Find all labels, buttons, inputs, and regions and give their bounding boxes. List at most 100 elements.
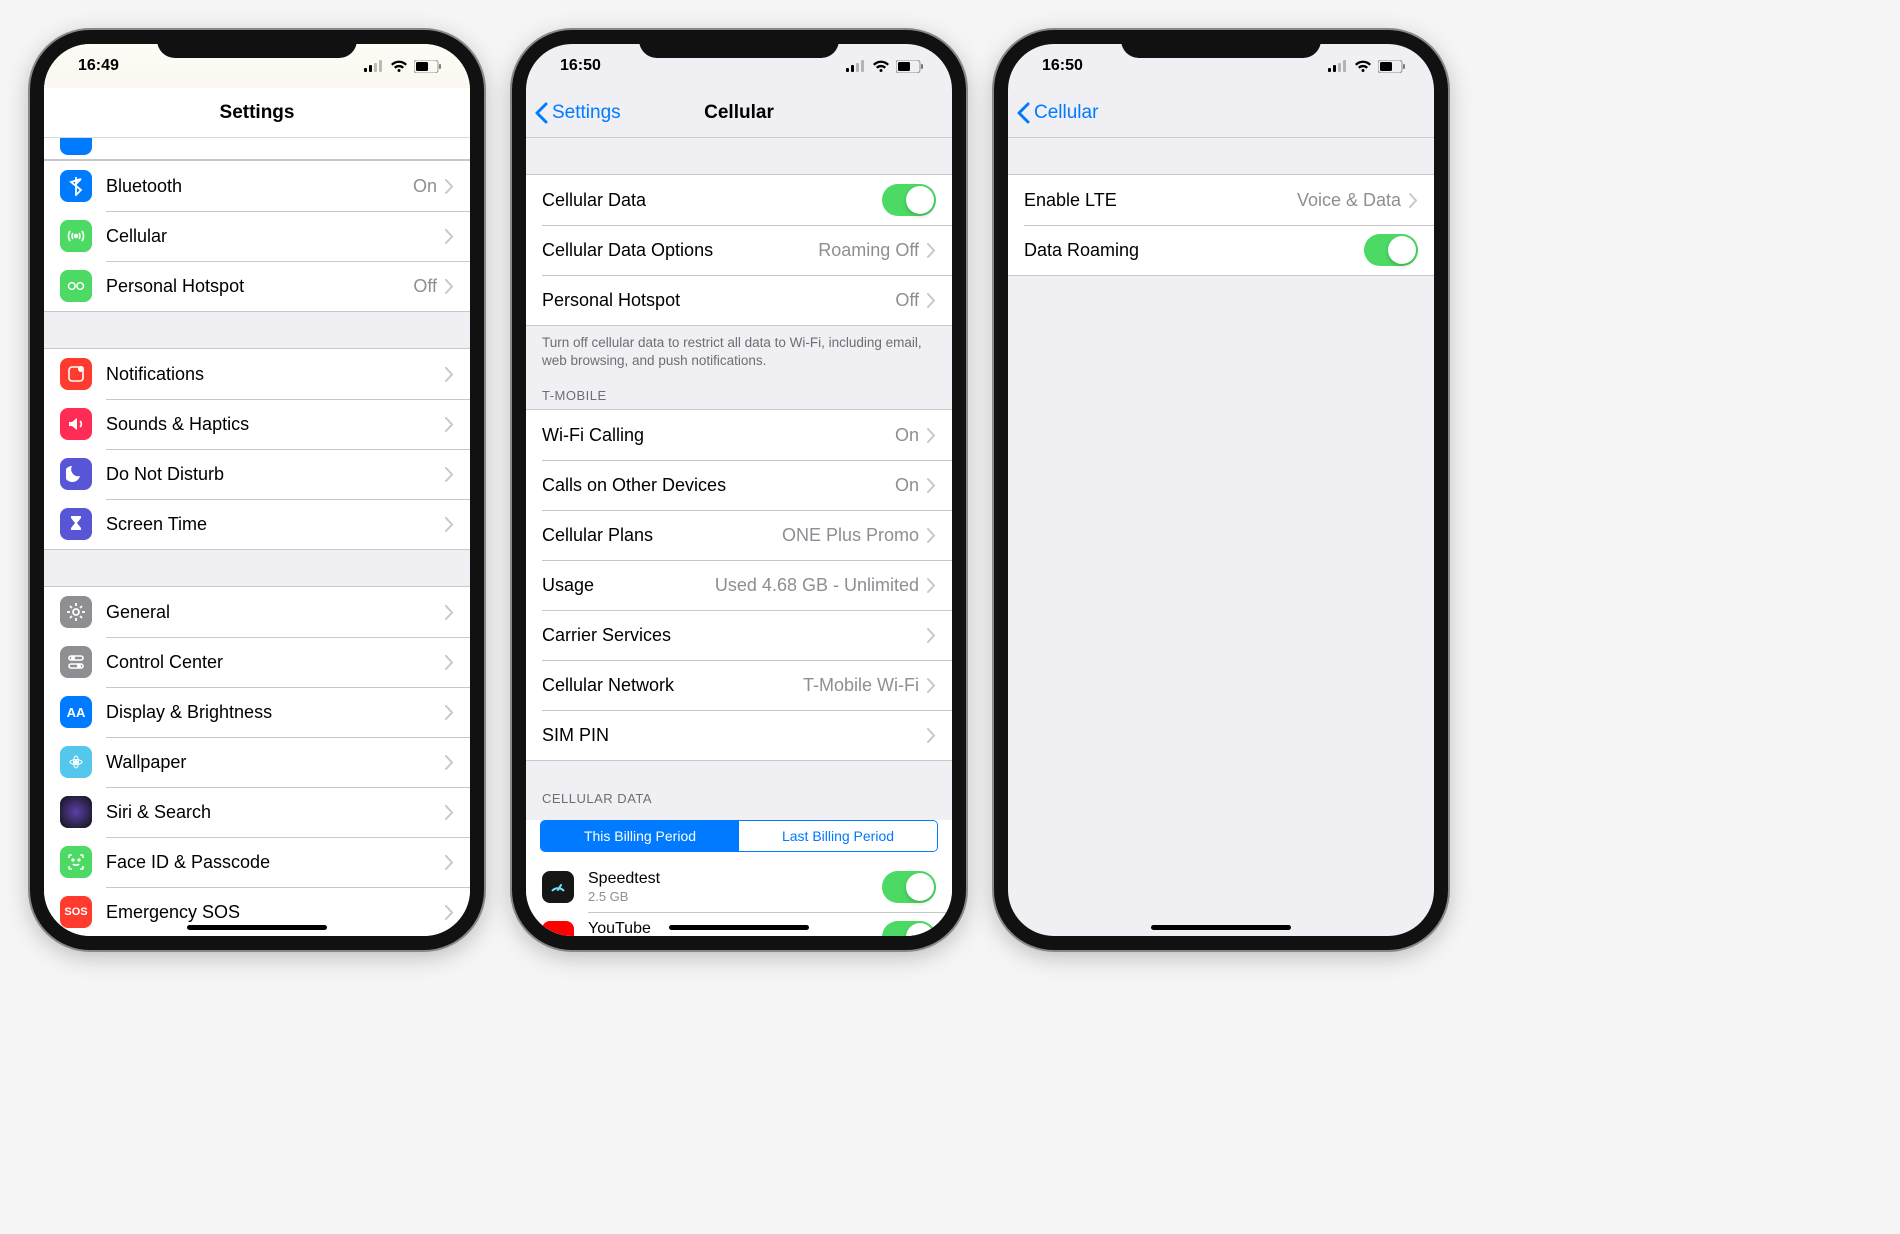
wallpaper-icon	[60, 746, 92, 778]
row-calls-other-devices[interactable]: Calls on Other Devices On	[526, 460, 952, 510]
signal-icon	[364, 60, 384, 72]
row-cellular-data-options[interactable]: Cellular Data Options Roaming Off	[526, 225, 952, 275]
row-label: Enable LTE	[1024, 190, 1297, 211]
row-label: Do Not Disturb	[106, 464, 445, 485]
back-button[interactable]: Settings	[534, 88, 621, 137]
battery-icon	[896, 60, 924, 73]
nav-bar: Settings	[44, 88, 470, 138]
row-wifi-partial[interactable]	[44, 138, 470, 160]
row-data-roaming[interactable]: Data Roaming	[1008, 225, 1434, 275]
signal-icon	[846, 60, 866, 72]
row-cellular[interactable]: Cellular	[44, 211, 470, 261]
row-personal-hotspot[interactable]: Personal Hotspot Off	[526, 275, 952, 325]
row-wallpaper[interactable]: Wallpaper	[44, 737, 470, 787]
battery-icon	[414, 60, 442, 73]
row-label: Usage	[542, 575, 715, 596]
seg-this-period[interactable]: This Billing Period	[541, 821, 739, 851]
gear-icon	[60, 596, 92, 628]
section-footer: Turn off cellular data to restrict all d…	[526, 326, 952, 370]
row-label: Cellular Network	[542, 675, 803, 696]
row-screen-time[interactable]: Screen Time	[44, 499, 470, 549]
row-detail: On	[895, 475, 919, 496]
row-label: Screen Time	[106, 514, 445, 535]
row-label: Notifications	[106, 364, 445, 385]
switches-icon	[60, 646, 92, 678]
cellular-data-toggle[interactable]	[882, 184, 936, 216]
row-general[interactable]: General	[44, 587, 470, 637]
billing-period-segmented[interactable]: This Billing Period Last Billing Period	[540, 820, 938, 852]
row-display-brightness[interactable]: AA Display & Brightness	[44, 687, 470, 737]
home-indicator[interactable]	[1151, 925, 1291, 930]
settings-scroll[interactable]: Bluetooth On Cellular Personal Hotspot	[44, 138, 470, 936]
app-toggle[interactable]	[882, 921, 936, 936]
row-label: Control Center	[106, 652, 445, 673]
row-label: Emergency SOS	[106, 902, 445, 923]
chevron-right-icon	[445, 605, 454, 620]
chevron-right-icon	[445, 279, 454, 294]
row-do-not-disturb[interactable]: Do Not Disturb	[44, 449, 470, 499]
status-time: 16:49	[78, 57, 119, 75]
face-id-icon	[60, 846, 92, 878]
data-roaming-toggle[interactable]	[1364, 234, 1418, 266]
row-cellular-network[interactable]: Cellular Network T-Mobile Wi-Fi	[526, 660, 952, 710]
row-label: Personal Hotspot	[542, 290, 895, 311]
chevron-right-icon	[927, 243, 936, 258]
youtube-icon	[542, 921, 574, 936]
row-label: Bluetooth	[106, 176, 413, 197]
signal-icon	[1328, 60, 1348, 72]
row-wifi-calling[interactable]: Wi-Fi Calling On	[526, 410, 952, 460]
phone-cellular: 16:50 Settings Cellular Cellular Data	[512, 30, 966, 950]
row-enable-lte[interactable]: Enable LTE Voice & Data	[1008, 175, 1434, 225]
chevron-right-icon	[445, 229, 454, 244]
notch	[157, 30, 357, 58]
status-time: 16:50	[1042, 57, 1083, 75]
row-sim-pin[interactable]: SIM PIN	[526, 710, 952, 760]
chevron-right-icon	[927, 628, 936, 643]
home-indicator[interactable]	[187, 925, 327, 930]
row-usage[interactable]: Usage Used 4.68 GB - Unlimited	[526, 560, 952, 610]
chevron-right-icon	[445, 905, 454, 920]
cellular-scroll[interactable]: Cellular Data Cellular Data Options Roam…	[526, 138, 952, 936]
row-label: Cellular	[106, 226, 445, 247]
wifi-icon	[390, 60, 408, 73]
section-header-tmobile: T-MOBILE	[526, 370, 952, 409]
display-icon: AA	[60, 696, 92, 728]
row-label: Cellular Data Options	[542, 240, 818, 261]
hotspot-icon	[60, 270, 92, 302]
chevron-right-icon	[445, 805, 454, 820]
row-label: Carrier Services	[542, 625, 927, 646]
notch	[639, 30, 839, 58]
row-detail: On	[413, 176, 437, 197]
chevron-right-icon	[445, 517, 454, 532]
options-scroll[interactable]: Enable LTE Voice & Data Data Roaming	[1008, 138, 1434, 936]
moon-icon	[60, 458, 92, 490]
chevron-right-icon	[1409, 193, 1418, 208]
back-label: Cellular	[1034, 102, 1098, 124]
row-notifications[interactable]: Notifications	[44, 349, 470, 399]
row-face-id[interactable]: Face ID & Passcode	[44, 837, 470, 887]
row-detail: Used 4.68 GB - Unlimited	[715, 575, 919, 596]
row-detail: T-Mobile Wi-Fi	[803, 675, 919, 696]
notch	[1121, 30, 1321, 58]
row-cellular-plans[interactable]: Cellular Plans ONE Plus Promo	[526, 510, 952, 560]
row-detail: Roaming Off	[818, 240, 919, 261]
siri-icon	[60, 796, 92, 828]
row-app-speedtest[interactable]: Speedtest 2.5 GB	[526, 862, 952, 912]
row-siri-search[interactable]: Siri & Search	[44, 787, 470, 837]
row-bluetooth[interactable]: Bluetooth On	[44, 161, 470, 211]
row-detail: Off	[895, 290, 919, 311]
row-detail: On	[895, 425, 919, 446]
row-control-center[interactable]: Control Center	[44, 637, 470, 687]
row-cellular-data[interactable]: Cellular Data	[526, 175, 952, 225]
phone-settings: 16:49 Settings Bluetooth On	[30, 30, 484, 950]
home-indicator[interactable]	[669, 925, 809, 930]
app-toggle[interactable]	[882, 871, 936, 903]
row-detail: Voice & Data	[1297, 190, 1401, 211]
row-sounds-haptics[interactable]: Sounds & Haptics	[44, 399, 470, 449]
battery-icon	[1378, 60, 1406, 73]
row-carrier-services[interactable]: Carrier Services	[526, 610, 952, 660]
seg-last-period[interactable]: Last Billing Period	[739, 821, 937, 851]
speedtest-icon	[542, 871, 574, 903]
back-button[interactable]: Cellular	[1016, 88, 1098, 137]
row-personal-hotspot[interactable]: Personal Hotspot Off	[44, 261, 470, 311]
